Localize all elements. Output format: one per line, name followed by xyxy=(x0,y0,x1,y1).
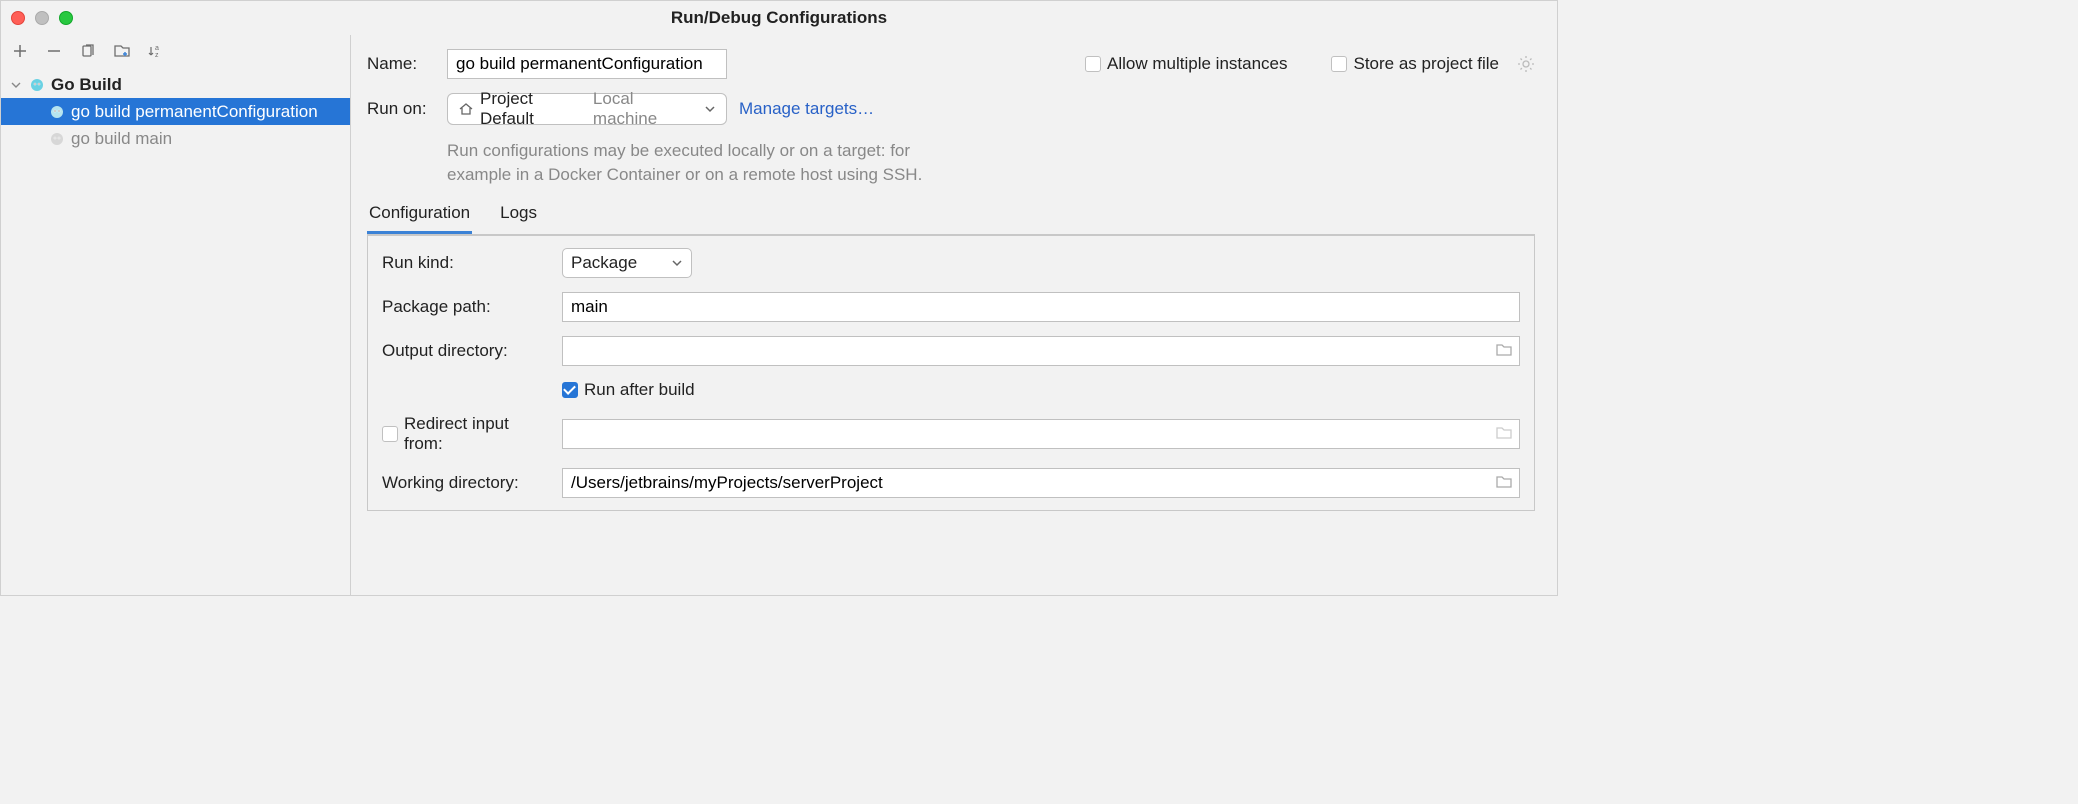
output-dir-label: Output directory: xyxy=(382,341,552,361)
output-dir-row: Output directory: xyxy=(382,336,1520,366)
name-label: Name: xyxy=(367,54,435,74)
tree-item-label: go build main xyxy=(71,129,172,149)
store-as-project-file-checkbox[interactable]: Store as project file xyxy=(1331,54,1499,74)
run-kind-row: Run kind: Package xyxy=(382,248,1520,278)
chevron-down-icon xyxy=(671,257,683,269)
run-on-secondary: Local machine xyxy=(593,89,698,129)
allow-multiple-label: Allow multiple instances xyxy=(1107,54,1287,74)
chevron-down-icon xyxy=(704,103,716,115)
tree-group-go-build[interactable]: Go Build xyxy=(1,71,350,98)
name-input[interactable] xyxy=(447,49,727,79)
go-gopher-icon xyxy=(49,104,65,120)
home-icon xyxy=(458,101,474,117)
name-row: Name: Allow multiple instances Store as … xyxy=(367,49,1535,79)
folder-icon xyxy=(1496,425,1512,439)
tab-configuration[interactable]: Configuration xyxy=(367,197,472,234)
run-kind-select[interactable]: Package xyxy=(562,248,692,278)
svg-text:a: a xyxy=(155,45,159,52)
title-bar: Run/Debug Configurations xyxy=(1,1,1557,35)
package-path-row: Package path: xyxy=(382,292,1520,322)
working-dir-row: Working directory: xyxy=(382,468,1520,498)
hint-line: Run configurations may be executed local… xyxy=(447,141,910,160)
run-kind-value: Package xyxy=(571,253,637,273)
folder-icon[interactable] xyxy=(1496,474,1512,488)
window-title: Run/Debug Configurations xyxy=(1,8,1557,28)
run-after-build-checkbox[interactable]: Run after build xyxy=(562,380,695,400)
window-body: az Go Build go build pe xyxy=(1,35,1557,595)
run-on-hint: Run configurations may be executed local… xyxy=(447,139,967,187)
checkbox-icon xyxy=(1085,56,1101,72)
manage-targets-link[interactable]: Manage targets… xyxy=(739,99,874,119)
tabs: Configuration Logs xyxy=(367,197,1535,235)
go-gopher-icon xyxy=(49,131,65,147)
redirect-input-row: Redirect input from: xyxy=(382,414,1520,454)
copy-config-icon[interactable] xyxy=(79,42,97,60)
tree-item-main[interactable]: go build main xyxy=(1,125,350,152)
run-on-primary: Project Default xyxy=(480,89,587,129)
run-after-build-label: Run after build xyxy=(584,380,695,400)
svg-text:z: z xyxy=(155,52,159,59)
go-gopher-icon xyxy=(29,77,45,93)
add-config-icon[interactable] xyxy=(11,42,29,60)
run-on-select[interactable]: Project Default Local machine xyxy=(447,93,727,125)
gear-icon[interactable] xyxy=(1517,55,1535,73)
checkbox-icon xyxy=(382,426,398,442)
run-after-build-row: Run after build xyxy=(382,380,1520,400)
folder-icon[interactable] xyxy=(1496,342,1512,356)
checkbox-icon xyxy=(562,382,578,398)
run-on-label: Run on: xyxy=(367,99,435,119)
run-kind-label: Run kind: xyxy=(382,253,552,273)
output-dir-input[interactable] xyxy=(562,336,1520,366)
working-dir-label: Working directory: xyxy=(382,473,552,493)
sidebar-toolbar: az xyxy=(1,35,350,67)
tree-item-label: go build permanentConfiguration xyxy=(71,102,318,122)
package-path-label: Package path: xyxy=(382,297,552,317)
configuration-panel: Run kind: Package Package path: Output d… xyxy=(367,235,1535,511)
remove-config-icon[interactable] xyxy=(45,42,63,60)
run-debug-config-window: Run/Debug Configurations az xyxy=(0,0,1558,596)
allow-multiple-instances-checkbox[interactable]: Allow multiple instances xyxy=(1085,54,1287,74)
chevron-down-icon xyxy=(11,80,23,90)
sort-alpha-icon[interactable]: az xyxy=(147,42,165,60)
config-tree: Go Build go build permanentConfiguration… xyxy=(1,67,350,152)
save-config-icon[interactable] xyxy=(113,42,131,60)
redirect-input-label: Redirect input from: xyxy=(404,414,552,454)
tab-logs[interactable]: Logs xyxy=(498,197,539,234)
checkbox-icon xyxy=(1331,56,1347,72)
tree-item-permanent-config[interactable]: go build permanentConfiguration xyxy=(1,98,350,125)
content-area: Name: Allow multiple instances Store as … xyxy=(351,35,1557,595)
sidebar: az Go Build go build pe xyxy=(1,35,351,595)
run-on-row: Run on: Project Default Local machine Ma… xyxy=(367,93,1535,125)
store-project-label: Store as project file xyxy=(1353,54,1499,74)
redirect-input-checkbox[interactable]: Redirect input from: xyxy=(382,414,552,454)
redirect-input-field xyxy=(562,419,1520,449)
hint-line: example in a Docker Container or on a re… xyxy=(447,165,922,184)
tree-group-label: Go Build xyxy=(51,75,122,95)
working-dir-input[interactable] xyxy=(562,468,1520,498)
package-path-input[interactable] xyxy=(562,292,1520,322)
